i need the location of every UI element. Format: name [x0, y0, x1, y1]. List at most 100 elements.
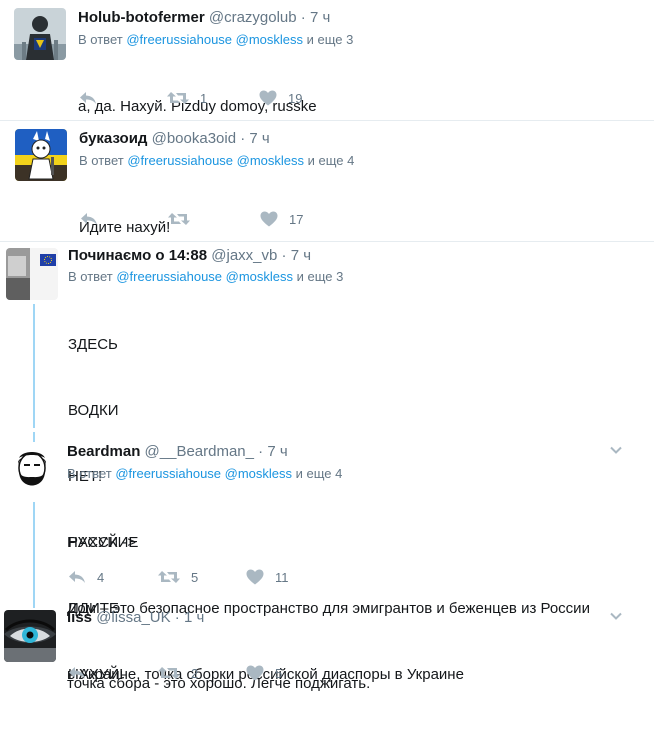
author-handle[interactable]: @booka3oid [152, 130, 236, 147]
like-button[interactable]: 19 [258, 88, 302, 108]
reply-button[interactable] [67, 663, 97, 683]
author-name[interactable]: liss [67, 609, 92, 626]
reply-count: 4 [97, 569, 105, 585]
retweet-button[interactable] [167, 209, 201, 229]
reply-prefix: В ответ [79, 153, 124, 168]
action-bar: 17 [79, 209, 339, 229]
reply-mention[interactable]: @freerussiahouse [126, 32, 232, 47]
separator-dot: · [281, 247, 287, 264]
action-bar: 1 19 [78, 88, 338, 108]
tweet[interactable]: Holub-botofermer @crazygolub · 7 ч В отв… [0, 0, 654, 120]
reply-mention[interactable]: @moskless [225, 466, 292, 481]
heart-icon [258, 88, 278, 108]
avatar[interactable] [14, 8, 66, 60]
retweet-icon [167, 209, 191, 229]
separator-dot: · [240, 130, 246, 147]
timestamp[interactable]: 7 ч [267, 443, 287, 460]
author-name[interactable]: Holub-botofermer [78, 9, 205, 26]
like-count: 11 [275, 569, 289, 585]
like-button[interactable]: 11 [245, 567, 289, 587]
tweet-text-line: ВОДКИ [68, 402, 119, 419]
reply-button[interactable] [79, 209, 109, 229]
tweet-text-line: НАХУЙ -> [67, 534, 137, 551]
like-count: 19 [288, 90, 303, 106]
reply-and: и еще [295, 466, 332, 481]
avatar[interactable] [15, 129, 67, 181]
thread-line [33, 432, 35, 442]
chevron-down-icon[interactable] [608, 608, 624, 624]
reply-and: и еще [306, 32, 343, 47]
reply-mention[interactable]: @freerussiahouse [116, 269, 222, 284]
timestamp[interactable]: 7 ч [310, 9, 330, 26]
reply-and: и еще [296, 269, 333, 284]
timestamp[interactable]: 7 ч [249, 130, 269, 147]
reply-button[interactable] [78, 88, 108, 108]
heart-icon [259, 209, 279, 229]
reply-prefix: В ответ [68, 269, 113, 284]
reply-mention[interactable]: @freerussiahouse [127, 153, 233, 168]
action-bar: 2 5 [67, 663, 327, 683]
author-handle[interactable]: @lissa_UK [96, 609, 170, 626]
retweet-count: 1 [200, 90, 208, 106]
reply-mention[interactable]: @freerussiahouse [115, 466, 221, 481]
reply-and: и еще [307, 153, 344, 168]
author-name[interactable]: Починаємо о 14:88 [68, 247, 207, 264]
tweet-text-line: ЗДЕСЬ [68, 336, 118, 353]
timestamp[interactable]: 1 ч [184, 609, 204, 626]
reply-more-count[interactable]: 3 [346, 32, 353, 47]
reply-icon [78, 88, 98, 108]
tweet[interactable]: буказоид @booka3oid · 7 ч В ответ @freer… [0, 121, 654, 241]
separator-dot: · [258, 443, 264, 460]
retweet-count: 2 [191, 665, 199, 681]
reply-mention[interactable]: @moskless [236, 32, 303, 47]
separator-dot: · [300, 9, 306, 26]
thread-line [33, 304, 35, 428]
tweet-text: точка сбора - это хорошо. Легче поджигат… [67, 629, 370, 739]
reply-context: В ответ @freerussiahouse @moskless и еще… [68, 268, 343, 286]
reply-mention[interactable]: @moskless [226, 269, 293, 284]
retweet-button[interactable]: 5 [157, 567, 198, 587]
avatar[interactable] [6, 444, 58, 496]
reply-context: В ответ @freerussiahouse @moskless и еще… [79, 152, 354, 170]
tweet[interactable]: liss @lissa_UK · 1 ч точка сбора - это х… [0, 598, 654, 705]
retweet-icon [157, 567, 181, 587]
author-name[interactable]: Beardman [67, 443, 140, 460]
reply-prefix: В ответ [67, 466, 112, 481]
author-name[interactable]: буказоид [79, 130, 147, 147]
reply-button[interactable]: 4 [67, 567, 104, 587]
timestamp[interactable]: 7 ч [291, 247, 311, 264]
like-button[interactable]: 5 [245, 663, 282, 683]
reply-prefix: В ответ [78, 32, 123, 47]
heart-icon [245, 567, 265, 587]
avatar[interactable] [6, 248, 58, 300]
like-count: 5 [275, 665, 283, 681]
retweet-button[interactable]: 2 [157, 663, 198, 683]
tweet[interactable]: Beardman @__Beardman_ · 7 ч В ответ @fre… [0, 432, 654, 683]
reply-context: В ответ @freerussiahouse @moskless и еще… [67, 465, 342, 483]
reply-icon [79, 209, 99, 229]
reply-more-count[interactable]: 4 [335, 466, 342, 481]
avatar[interactable] [4, 610, 56, 662]
thread-line [33, 598, 35, 608]
thread-line [33, 502, 35, 598]
reply-context: В ответ @freerussiahouse @moskless и еще… [78, 31, 353, 49]
retweet-count: 5 [191, 569, 199, 585]
author-handle[interactable]: @__Beardman_ [145, 443, 254, 460]
reply-icon [67, 567, 87, 587]
separator-dot: · [174, 609, 180, 626]
tweet[interactable]: Починаємо о 14:88 @jaxx_vb · 7 ч В ответ… [0, 242, 654, 683]
reply-more-count[interactable]: 4 [347, 153, 354, 168]
like-count: 17 [289, 211, 304, 227]
author-handle[interactable]: @crazygolub [209, 9, 297, 26]
heart-icon [245, 663, 265, 683]
author-handle[interactable]: @jaxx_vb [211, 247, 277, 264]
like-button[interactable]: 17 [259, 209, 303, 229]
retweet-icon [166, 88, 190, 108]
retweet-icon [157, 663, 181, 683]
reply-mention[interactable]: @moskless [237, 153, 304, 168]
chevron-down-icon[interactable] [608, 442, 624, 458]
action-bar: 4 5 11 [67, 567, 327, 587]
reply-more-count[interactable]: 3 [336, 269, 343, 284]
reply-icon [67, 663, 87, 683]
retweet-button[interactable]: 1 [166, 88, 207, 108]
